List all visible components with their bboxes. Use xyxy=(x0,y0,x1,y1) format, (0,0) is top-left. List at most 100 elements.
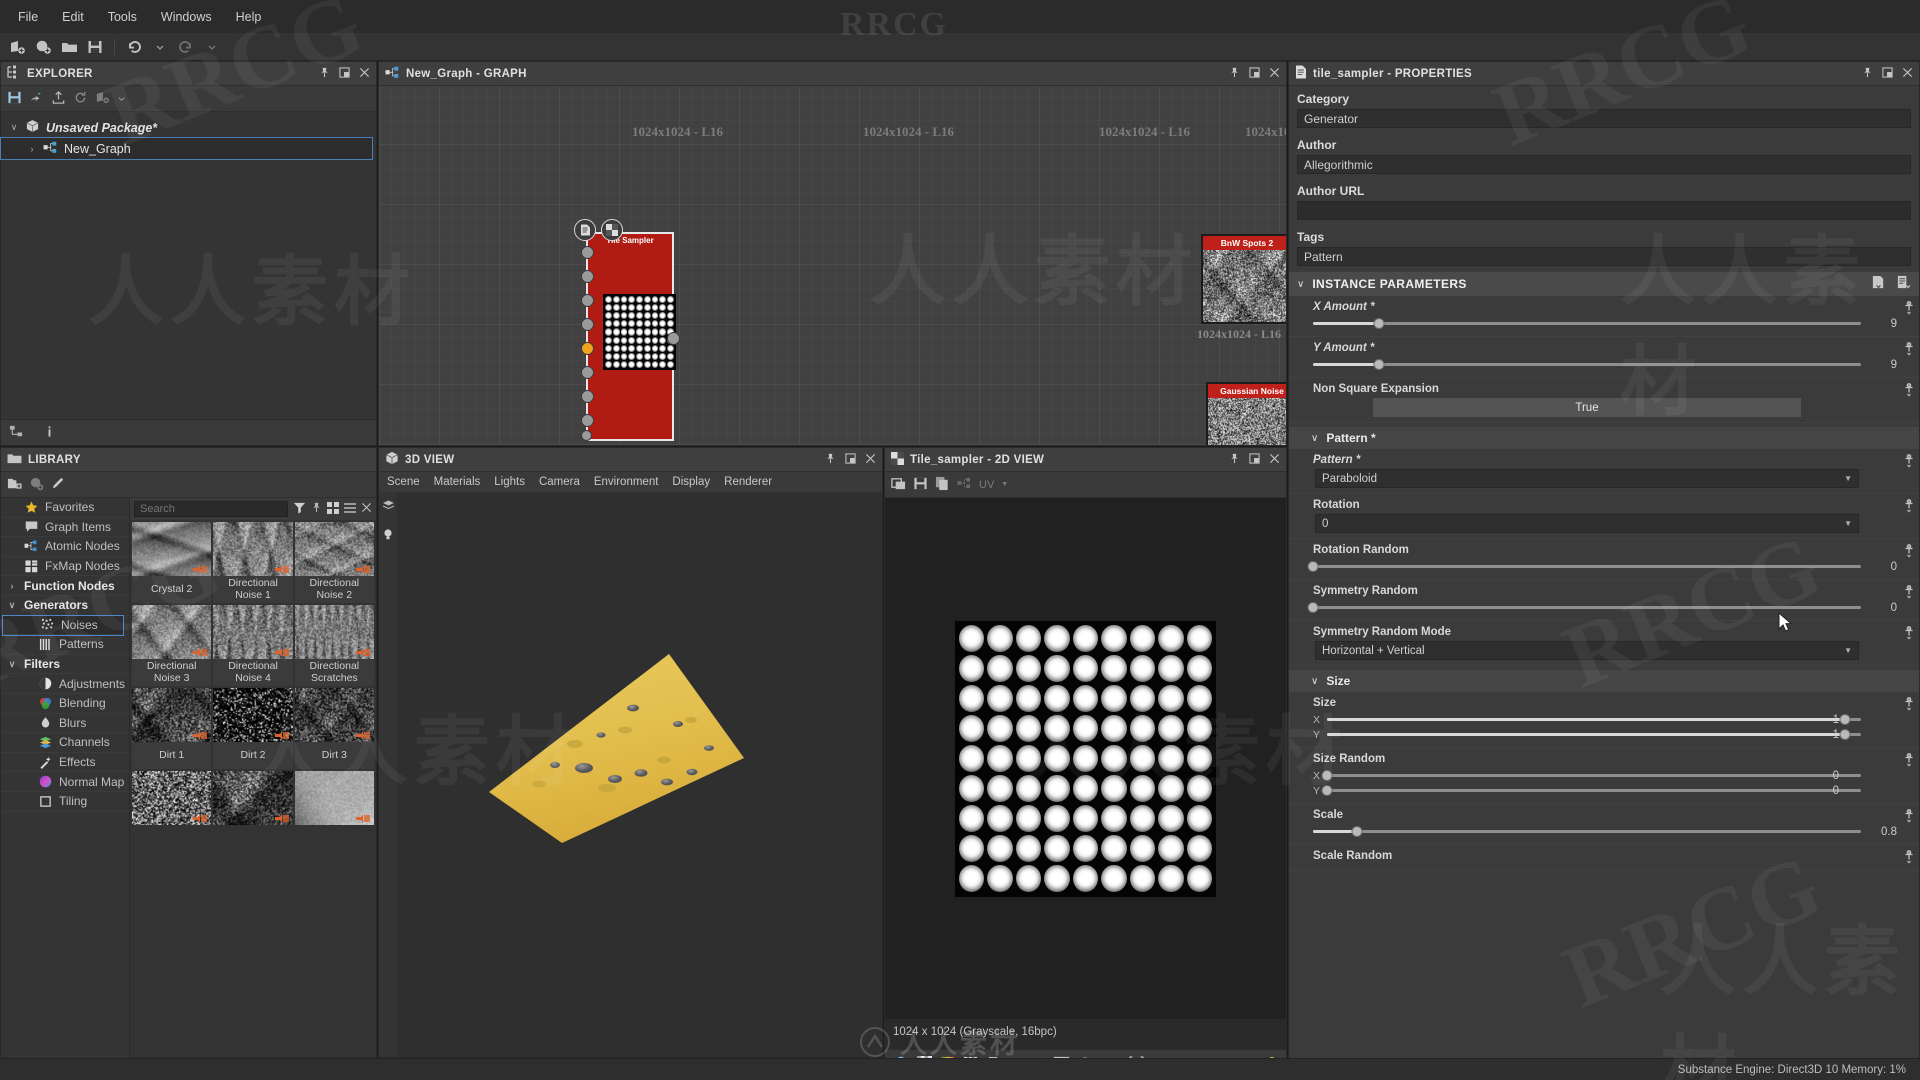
pin-icon[interactable] xyxy=(1862,67,1873,80)
property-field-tags[interactable]: Pattern xyxy=(1297,247,1911,266)
library-tree-item-favorites[interactable]: Favorites xyxy=(1,498,129,518)
library-item[interactable]: Directional Noise 4 xyxy=(213,605,292,686)
copy-icon[interactable] xyxy=(935,476,950,494)
parameter-link-icon[interactable] xyxy=(1901,498,1917,514)
chevron-down-icon[interactable]: ∨ xyxy=(7,600,17,611)
property-field-category[interactable]: Generator xyxy=(1297,109,1911,128)
slider-track[interactable] xyxy=(1327,774,1861,777)
close-icon[interactable] xyxy=(1902,67,1913,80)
pin-icon[interactable] xyxy=(311,502,322,516)
slider-track[interactable] xyxy=(1313,830,1861,833)
parameter-value[interactable]: 0 xyxy=(1867,602,1897,614)
menu-item-windows[interactable]: Windows xyxy=(149,6,224,28)
property-field-author[interactable]: Allegorithmic xyxy=(1297,155,1911,174)
slider-knob[interactable] xyxy=(1322,770,1333,781)
parameter-link-icon[interactable] xyxy=(1901,382,1917,398)
library-item[interactable] xyxy=(295,771,374,825)
node-input-port[interactable] xyxy=(581,294,594,307)
link-icon[interactable] xyxy=(957,477,972,493)
save-icon[interactable] xyxy=(913,476,928,494)
open-package-icon[interactable] xyxy=(58,37,80,57)
library-tree-item-blurs[interactable]: Blurs xyxy=(1,714,129,734)
library-tree-item-atomic-nodes[interactable]: Atomic Nodes xyxy=(1,537,129,557)
view3d-menu-camera[interactable]: Camera xyxy=(539,476,580,488)
library-item[interactable]: Directional Noise 3 xyxy=(132,605,211,686)
tree-item-unsaved-package[interactable]: ∨ Unsaved Package* xyxy=(1,117,376,138)
graph-node-tile-sampler[interactable]: Tile Sampler xyxy=(586,232,674,441)
library-item[interactable]: Crystal 2 xyxy=(132,522,211,603)
redo-icon[interactable] xyxy=(175,37,197,57)
chevron-down-icon[interactable]: ∨ xyxy=(1297,279,1304,290)
maximize-icon[interactable] xyxy=(845,453,856,466)
node-preview-toggle-icon[interactable] xyxy=(601,219,623,241)
library-item[interactable]: Dirt 3 xyxy=(295,688,374,769)
slider-knob[interactable] xyxy=(1839,729,1850,740)
chevron-down-icon[interactable]: ▼ xyxy=(1001,481,1008,488)
parameter-link-icon[interactable] xyxy=(1901,584,1917,600)
parameter-value[interactable]: 0.8 xyxy=(1867,826,1897,838)
slider-knob[interactable] xyxy=(1373,318,1384,329)
close-icon[interactable] xyxy=(361,502,372,516)
parameter-value-x[interactable]: 0 xyxy=(1809,770,1839,782)
slider-knob[interactable] xyxy=(1351,826,1362,837)
menu-item-file[interactable]: File xyxy=(6,6,50,28)
new-graph-icon[interactable] xyxy=(95,90,110,108)
slider-track[interactable] xyxy=(1327,733,1861,736)
slider-knob[interactable] xyxy=(1308,602,1319,613)
parameter-value-x[interactable]: 1 xyxy=(1809,714,1839,726)
chevron-down-icon[interactable]: ∨ xyxy=(1311,433,1318,444)
graph-node-gaussian-noise[interactable]: Gaussian Noise xyxy=(1206,382,1286,445)
library-tree-item-normal-map[interactable]: Normal Map xyxy=(1,772,129,792)
reset-parameters-icon[interactable] xyxy=(1871,275,1886,293)
view3d-menu-display[interactable]: Display xyxy=(672,476,710,488)
view3d-menu-materials[interactable]: Materials xyxy=(434,476,481,488)
new-view-icon[interactable] xyxy=(891,476,906,494)
slider-knob[interactable] xyxy=(1373,359,1384,370)
section-size[interactable]: ∨ Size xyxy=(1289,670,1919,692)
slider-track[interactable] xyxy=(1313,322,1861,325)
undo-history-chevron-icon[interactable] xyxy=(149,37,171,57)
parameter-link-icon[interactable] xyxy=(1901,543,1917,559)
view3d-menu-environment[interactable]: Environment xyxy=(594,476,659,488)
node-input-port[interactable] xyxy=(581,246,594,259)
parameter-combobox-symmetry-random-mode[interactable]: Horizontal + Vertical ▼ xyxy=(1315,641,1859,660)
section-pattern-[interactable]: ∨ Pattern * xyxy=(1289,427,1919,449)
menu-item-tools[interactable]: Tools xyxy=(96,6,149,28)
slider-track[interactable] xyxy=(1327,718,1861,721)
library-tree-item-noises[interactable]: Noises xyxy=(3,616,123,636)
node-input-port-active[interactable] xyxy=(581,342,594,355)
new-substance-graph-icon[interactable] xyxy=(6,37,28,57)
node-input-port[interactable] xyxy=(581,270,594,283)
parameter-link-icon[interactable] xyxy=(1901,696,1917,712)
reload-icon[interactable] xyxy=(73,90,88,108)
chevron-right-icon[interactable]: › xyxy=(7,581,17,591)
parameter-value[interactable]: 0 xyxy=(1867,561,1897,573)
maximize-icon[interactable] xyxy=(1249,453,1260,466)
view3d-menu-renderer[interactable]: Renderer xyxy=(724,476,772,488)
slider-track[interactable] xyxy=(1313,565,1861,568)
parameter-value-y[interactable]: 0 xyxy=(1809,785,1839,797)
pin-icon[interactable] xyxy=(1229,453,1240,466)
parameter-combobox-pattern[interactable]: Paraboloid ▼ xyxy=(1315,469,1859,488)
chevron-down-icon[interactable]: ∨ xyxy=(9,122,19,133)
parameter-value[interactable]: 9 xyxy=(1867,359,1897,371)
menu-item-edit[interactable]: Edit xyxy=(50,6,96,28)
chevron-down-icon[interactable] xyxy=(117,92,126,106)
export-icon[interactable] xyxy=(51,90,66,108)
light-icon[interactable] xyxy=(382,528,394,544)
maximize-icon[interactable] xyxy=(339,67,350,80)
library-item[interactable]: Dirt 2 xyxy=(213,688,292,769)
library-tree-item-blending[interactable]: Blending xyxy=(1,694,129,714)
close-icon[interactable] xyxy=(865,453,876,466)
library-tree-item-filters[interactable]: ∨ Filters xyxy=(1,655,129,675)
library-item[interactable]: Dirt 1 xyxy=(132,688,211,769)
library-item[interactable]: Directional Noise 2 xyxy=(295,522,374,603)
graph-node-bnw-spots-2[interactable]: BnW Spots 2 xyxy=(1201,234,1286,324)
grid-view-icon[interactable] xyxy=(327,502,339,517)
view3d-viewport[interactable] xyxy=(379,492,882,1079)
save-all-icon[interactable] xyxy=(29,90,44,108)
slider-track[interactable] xyxy=(1313,606,1861,609)
pin-icon[interactable] xyxy=(319,67,330,80)
slider-knob[interactable] xyxy=(1308,561,1319,572)
pin-icon[interactable] xyxy=(825,453,836,466)
